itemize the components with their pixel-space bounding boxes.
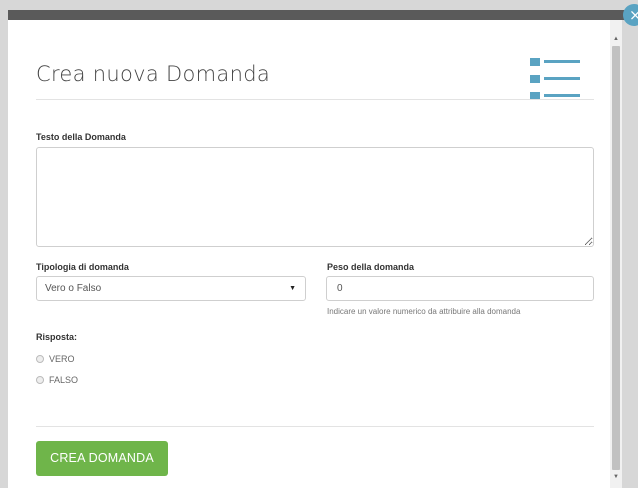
modal-content: Crea nuova Domanda Testo della Domanda T… (8, 20, 610, 488)
create-question-modal: Crea nuova Domanda Testo della Domanda T… (8, 20, 622, 488)
create-question-button[interactable]: CREA DOMANDA (36, 441, 168, 476)
background-window-bar (8, 10, 630, 20)
modal-scrollbar[interactable]: ▲ ▼ (610, 20, 622, 488)
footer-divider (36, 426, 594, 427)
answer-option-label: FALSO (49, 375, 79, 385)
dropdown-arrow-icon: ▼ (289, 285, 296, 292)
question-text-label: Testo della Domanda (36, 132, 126, 142)
question-weight-input[interactable] (326, 276, 594, 301)
answer-option-falso[interactable]: FALSO (36, 375, 78, 385)
question-weight-help: Indicare un valore numerico da attribuir… (327, 307, 521, 316)
scroll-down-arrow-icon[interactable]: ▼ (613, 474, 619, 480)
radio-button-icon[interactable] (36, 355, 44, 363)
question-text-input[interactable] (36, 147, 594, 247)
modal-title: Crea nuova Domanda (36, 62, 270, 86)
answer-label: Risposta: (36, 332, 78, 342)
scrollbar-thumb[interactable] (612, 46, 620, 470)
list-icon (530, 58, 580, 100)
scroll-up-arrow-icon[interactable]: ▲ (613, 36, 619, 42)
answer-option-label: VERO (49, 354, 75, 364)
answer-option-vero[interactable]: VERO (36, 354, 75, 364)
question-type-value: Vero o Falso (45, 283, 102, 294)
question-type-select[interactable]: Vero o Falso ▼ (36, 276, 306, 301)
question-type-label: Tipologia di domanda (36, 262, 129, 272)
close-modal-button[interactable]: × (623, 4, 638, 26)
title-divider (36, 99, 594, 100)
question-weight-label: Peso della domanda (327, 262, 415, 272)
radio-button-icon[interactable] (36, 376, 44, 384)
